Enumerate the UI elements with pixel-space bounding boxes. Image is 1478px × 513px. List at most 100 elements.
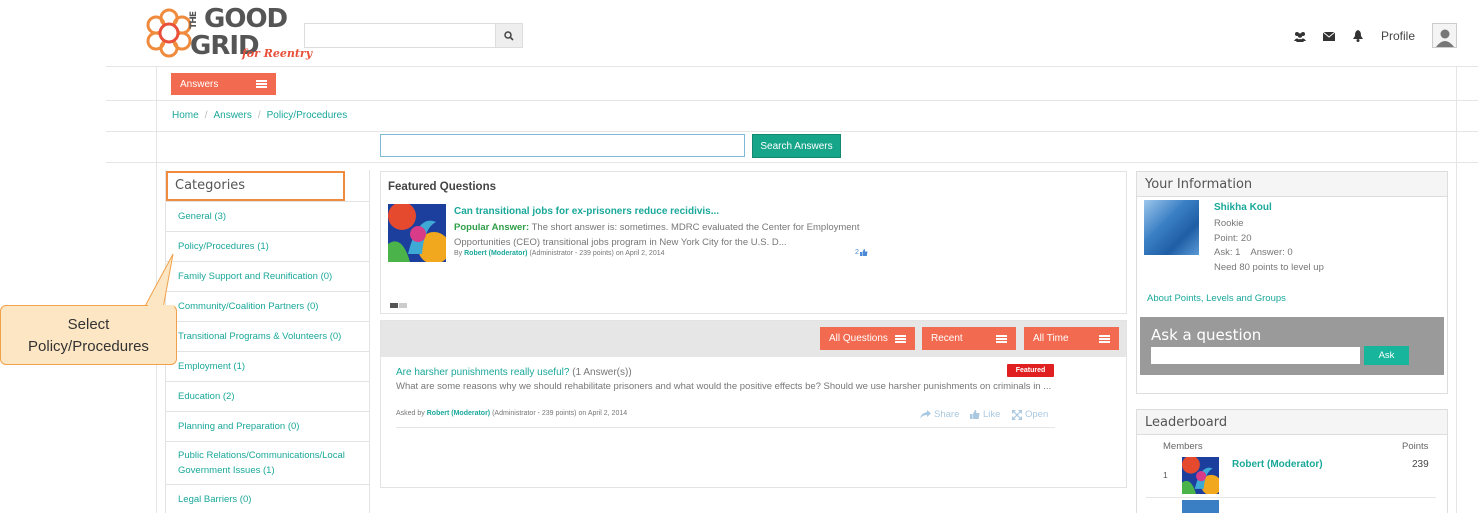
question-body: What are some reasons why we should reha… xyxy=(396,381,1052,392)
question-title: Are harsher punishments really useful? (… xyxy=(396,367,632,378)
share-icon xyxy=(920,410,931,419)
answer-count: (1 Answer(s)) xyxy=(572,367,632,378)
open-label: Open xyxy=(1025,409,1049,420)
category-family-support[interactable]: Family Support and Reunification (0) xyxy=(166,261,369,291)
divider xyxy=(106,100,1478,101)
logo[interactable]: THE GOOD GRID for Reentry xyxy=(141,4,312,61)
category-legal-barriers[interactable]: Legal Barriers (0) xyxy=(166,484,369,513)
ask-question-title: Ask a question xyxy=(1151,326,1262,344)
featured-question-link[interactable]: Can transitional jobs for ex-prisoners r… xyxy=(454,206,719,217)
ask-question-input[interactable] xyxy=(1151,347,1360,364)
user-photo[interactable] xyxy=(1144,200,1199,255)
search-icon xyxy=(504,30,514,41)
answers-search-input[interactable] xyxy=(380,134,745,157)
divider xyxy=(106,66,1478,67)
global-search-button[interactable] xyxy=(495,23,523,48)
divider xyxy=(1456,66,1457,513)
leaderboard-title: Leaderboard xyxy=(1137,410,1447,435)
logo-good: GOOD xyxy=(204,4,288,34)
user-ask-answer: Ask: 1 Answer: 0 xyxy=(1214,247,1293,258)
category-education[interactable]: Education (2) xyxy=(166,381,369,411)
profile-link[interactable]: Profile xyxy=(1381,29,1415,43)
category-employment[interactable]: Employment (1) xyxy=(166,351,369,381)
open-button[interactable]: Open xyxy=(1012,409,1048,420)
category-policy-procedures[interactable]: Policy/Procedures (1) xyxy=(166,231,369,261)
user-points: Point: 20 xyxy=(1214,233,1252,244)
share-label: Share xyxy=(934,409,960,420)
like-count: 2 xyxy=(855,249,859,256)
category-transitional-programs[interactable]: Transitional Programs & Volunteers (0) xyxy=(166,321,369,351)
question-author-link[interactable]: Robert (Moderator) xyxy=(427,410,490,417)
breadcrumb-current[interactable]: Policy/Procedures xyxy=(267,110,348,121)
question-byline: Asked by Robert (Moderator) (Administrat… xyxy=(396,410,627,417)
leaderboard-avatar[interactable] xyxy=(1182,457,1219,494)
user-name-link[interactable]: Shikha Koul xyxy=(1214,202,1272,213)
filter-recent[interactable]: Recent xyxy=(922,327,1016,350)
divider xyxy=(106,162,1478,163)
logo-the: THE xyxy=(189,12,199,29)
author-meta: (Administrator - 239 points) xyxy=(492,410,577,417)
callout-annotation: Select Policy/Procedures xyxy=(0,305,177,365)
about-points-link[interactable]: About Points, Levels and Groups xyxy=(1147,293,1286,304)
category-public-relations[interactable]: Public Relations/Communications/Local Go… xyxy=(166,441,369,484)
leaderboard-members-header: Members xyxy=(1163,441,1203,452)
filter-all-questions[interactable]: All Questions xyxy=(820,327,915,350)
featured-like-count[interactable]: 2 xyxy=(855,249,868,256)
categories-title: Categories xyxy=(166,171,345,201)
ask-button[interactable]: Ask xyxy=(1364,346,1409,365)
category-community-partners[interactable]: Community/Coalition Partners (0) xyxy=(166,291,369,321)
asked-prefix: Asked by xyxy=(396,410,425,417)
category-general[interactable]: General (3) xyxy=(166,201,369,231)
filter-time-label: All Time xyxy=(1033,333,1069,344)
avatar[interactable] xyxy=(1432,23,1457,48)
answers-menu-button[interactable]: Answers xyxy=(171,73,276,95)
leaderboard-rank: 1 xyxy=(1163,470,1168,480)
your-information-title: Your Information xyxy=(1137,172,1447,197)
category-planning[interactable]: Planning and Preparation (0) xyxy=(166,411,369,441)
leaderboard-points-header: Points xyxy=(1402,441,1429,452)
divider xyxy=(106,131,1478,132)
question-link[interactable]: Are harsher punishments really useful? xyxy=(396,367,569,378)
breadcrumb-home[interactable]: Home xyxy=(172,110,199,121)
expand-icon xyxy=(1012,409,1022,420)
featured-answer: Popular Answer: The short answer is: som… xyxy=(454,220,874,250)
like-label: Like xyxy=(983,409,1001,420)
callout-line1: Select xyxy=(67,316,110,333)
carousel-dot-active[interactable] xyxy=(390,303,398,308)
user-level: Rookie xyxy=(1214,218,1244,229)
breadcrumb: Home / Answers / Policy/Procedures xyxy=(172,110,348,121)
flower-logo-icon xyxy=(146,8,192,58)
global-search-input[interactable] xyxy=(304,23,495,48)
leaderboard-member-link[interactable]: Robert (Moderator) xyxy=(1232,459,1323,470)
search-answers-button[interactable]: Search Answers xyxy=(752,134,841,158)
carousel-dots[interactable] xyxy=(390,299,408,311)
mail-icon[interactable] xyxy=(1321,28,1337,44)
menu-icon xyxy=(256,80,267,88)
menu-icon xyxy=(1099,334,1110,343)
filter-all-time[interactable]: All Time xyxy=(1024,327,1119,350)
featured-date: on April 2, 2014 xyxy=(615,250,665,257)
featured-title: Featured Questions xyxy=(388,181,496,193)
users-icon[interactable] xyxy=(1292,28,1308,44)
thumbs-up-icon xyxy=(970,410,980,419)
featured-badge: Featured xyxy=(1007,364,1054,377)
thumbs-up-icon xyxy=(859,249,868,256)
carousel-dot[interactable] xyxy=(399,303,407,308)
filter-sort-label: Recent xyxy=(931,333,963,344)
callout-line2: Policy/Procedures xyxy=(28,338,149,355)
popular-answer-label: Popular Answer: xyxy=(454,222,530,233)
featured-author-link[interactable]: Robert (Moderator) xyxy=(464,250,527,257)
share-button[interactable]: Share xyxy=(920,409,959,420)
menu-icon xyxy=(996,334,1007,343)
callout-pointer-cover xyxy=(148,305,174,311)
featured-thumbnail[interactable] xyxy=(388,204,446,262)
menu-icon xyxy=(895,334,906,343)
user-next-level: Need 80 points to level up xyxy=(1214,262,1324,273)
leaderboard-avatar-next[interactable] xyxy=(1182,500,1219,513)
like-button[interactable]: Like xyxy=(970,409,1000,420)
featured-byline: By Robert (Moderator) (Administrator - 2… xyxy=(454,250,665,257)
avatar-icon xyxy=(1435,29,1454,47)
question-date: on April 2, 2014 xyxy=(578,410,628,417)
bell-icon[interactable] xyxy=(1350,28,1366,44)
breadcrumb-answers[interactable]: Answers xyxy=(213,110,251,121)
